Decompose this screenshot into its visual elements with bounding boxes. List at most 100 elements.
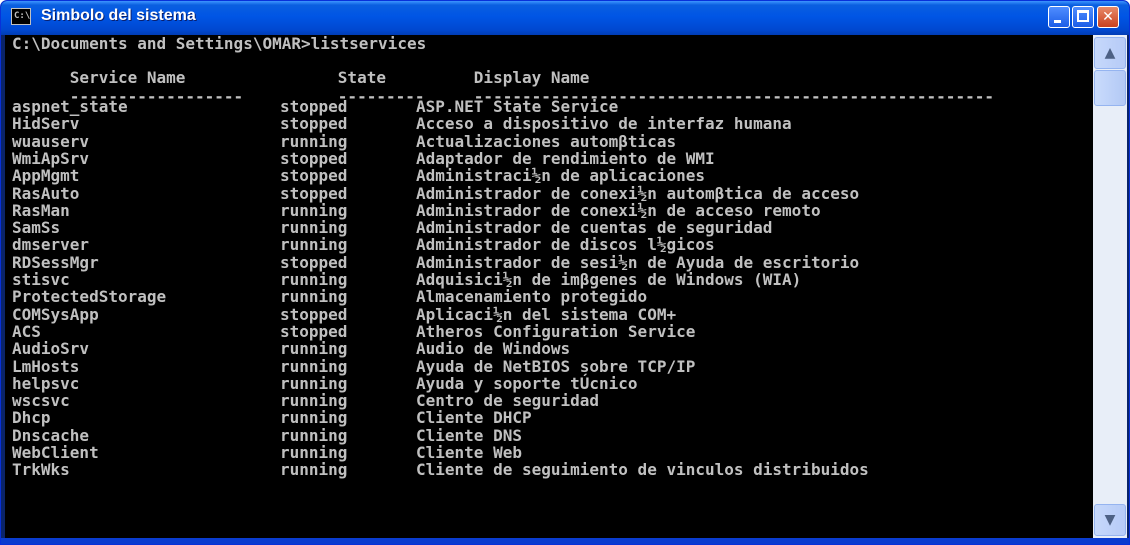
service-display-name: Acceso a dispositivo de interfaz humana: [416, 114, 792, 134]
service-display-name: Adquisici½n de imβgenes de Windows (WIA): [416, 270, 802, 289]
arrow-down-icon: ▼: [1104, 512, 1116, 528]
service-state: stopped: [280, 148, 348, 168]
service-display-name: Cliente Web: [416, 443, 522, 462]
service-row: WebClient running Cliente Web: [12, 444, 522, 461]
service-display-name: Administrador de conexi½n de acceso remo…: [416, 200, 821, 220]
scroll-thumb[interactable]: [1094, 70, 1126, 106]
service-row: RasAuto stopped Administrador de conexi½n …: [12, 185, 859, 202]
service-row: ACS stopped Atheros Configuration Service: [12, 323, 695, 340]
service-display-name: Cliente DHCP: [416, 408, 532, 428]
service-name: dmserver: [12, 235, 90, 255]
service-row: RasMan running Administrador de conexi½n d…: [12, 202, 821, 219]
minimize-icon: [1054, 20, 1061, 23]
maximize-button[interactable]: [1072, 6, 1094, 28]
separator-row: ------------------ --------- -------------…: [12, 71, 994, 105]
service-row: RDSessMgr stopped Administrador de sesi½n …: [12, 254, 859, 271]
service-row: aspnet_state stopped ASP.NET State Service: [12, 98, 618, 115]
service-display-name: Aplicaci½n del sistema COM+: [416, 304, 677, 324]
service-row: AppMgmt stopped Administraci½n de aplicaci…: [12, 167, 705, 184]
service-display-name: Administraci½n de aplicaciones: [416, 166, 705, 186]
service-display-name: Actualizaciones automβticas: [416, 131, 677, 151]
service-state: stopped: [280, 166, 348, 186]
service-name: AppMgmt: [12, 166, 80, 186]
service-row: helpsvc running Ayuda y soporte tÚcnico: [12, 375, 638, 392]
service-name: LmHosts: [12, 356, 80, 376]
maximize-icon: [1077, 10, 1089, 22]
service-display-name: Almacenamiento protegido: [416, 287, 648, 307]
prompt-line: C:\Documents and Settings\OMAR>listservi…: [12, 35, 427, 53]
service-state: running: [280, 218, 348, 238]
service-row: HidServ stopped Acceso a dispositivo de in…: [12, 115, 792, 132]
service-display-name: Ayuda de NetBIOS sobre TCP/IP: [416, 356, 696, 376]
title-bar[interactable]: C:\ Simbolo del sistema ✕: [1, 1, 1129, 35]
service-name: Dnscache: [12, 425, 90, 445]
service-row: wscsvc running Centro de seguridad: [12, 392, 599, 409]
service-state: running: [280, 270, 348, 289]
service-state: stopped: [280, 183, 348, 203]
service-name: HidServ: [12, 114, 80, 134]
service-name: stisvc: [12, 270, 70, 289]
service-display-name: Centro de seguridad: [416, 391, 600, 411]
service-row: WmiApSrv stopped Adaptador de rendimiento …: [12, 150, 715, 167]
service-name: helpsvc: [12, 373, 80, 393]
service-display-name: Atheros Configuration Service: [416, 321, 696, 341]
service-display-name: Administrador de conexi½n automβtica de …: [416, 183, 860, 203]
arrow-up-icon: ▲: [1104, 45, 1116, 61]
service-display-name: Administrador de sesi½n de Ayuda de escr…: [416, 252, 860, 272]
service-state: running: [280, 425, 348, 445]
service-row: dmserver running Administrador de discos l…: [12, 236, 715, 253]
service-name: RasMan: [12, 200, 70, 220]
vertical-scrollbar[interactable]: ▲ ▼: [1093, 35, 1127, 538]
service-row: LmHosts running Ayuda de NetBIOS sobre TCP…: [12, 358, 695, 375]
service-display-name: Cliente de seguimiento de vinculos distr…: [416, 460, 869, 480]
service-row: AudioSrv running Audio de Windows: [12, 340, 570, 357]
service-name: COMSysApp: [12, 304, 99, 324]
close-icon: ✕: [1102, 9, 1114, 25]
window-bottom-border: [1, 538, 1129, 544]
service-name: RasAuto: [12, 183, 80, 203]
service-name: ProtectedStorage: [12, 287, 167, 307]
service-name: ACS: [12, 321, 41, 341]
window-title: Simbolo del sistema: [41, 7, 196, 24]
service-state: stopped: [280, 114, 348, 134]
service-name: aspnet_state: [12, 97, 128, 116]
service-state: running: [280, 200, 348, 220]
service-display-name: ASP.NET State Service: [416, 97, 619, 116]
service-display-name: Cliente DNS: [416, 425, 522, 445]
service-state: stopped: [280, 304, 348, 324]
service-state: running: [280, 373, 348, 393]
service-name: wuauserv: [12, 131, 90, 151]
close-button[interactable]: ✕: [1097, 6, 1119, 28]
service-row: ProtectedStorage running Almacenamiento pr…: [12, 288, 647, 305]
service-row: stisvc running Adquisici½n de imβgenes de …: [12, 271, 801, 288]
scroll-up-button[interactable]: ▲: [1094, 37, 1126, 69]
service-state: running: [280, 339, 348, 359]
service-state: running: [280, 408, 348, 428]
service-name: WebClient: [12, 443, 99, 462]
service-display-name: Ayuda y soporte tÚcnico: [416, 373, 638, 393]
service-name: wscsvc: [12, 391, 70, 411]
service-name: Dhcp: [12, 408, 51, 428]
console-output[interactable]: C:\Documents and Settings\OMAR>listservi…: [5, 35, 1093, 538]
command-prompt-window: C:\ Simbolo del sistema ✕ C:\Documents a…: [0, 0, 1130, 545]
service-state: running: [280, 460, 348, 480]
service-name: AudioSrv: [12, 339, 90, 359]
service-row: TrkWks running Cliente de seguimiento de v…: [12, 461, 869, 478]
service-state: stopped: [280, 97, 348, 116]
service-display-name: Administrador de discos l½gicos: [416, 235, 715, 255]
service-state: running: [280, 131, 348, 151]
service-row: Dhcp running Cliente DHCP: [12, 409, 532, 426]
header-row: Service Name State Display Name: [12, 52, 590, 86]
service-state: running: [280, 391, 348, 411]
scroll-down-button[interactable]: ▼: [1094, 504, 1126, 536]
service-row: Dnscache running Cliente DNS: [12, 427, 522, 444]
service-name: TrkWks: [12, 460, 70, 480]
service-display-name: Audio de Windows: [416, 339, 571, 359]
service-state: running: [280, 235, 348, 255]
service-state: stopped: [280, 252, 348, 272]
minimize-button[interactable]: [1048, 6, 1070, 28]
service-name: SamSs: [12, 218, 61, 238]
console-icon[interactable]: C:\: [11, 8, 31, 25]
service-name: WmiApSrv: [12, 148, 90, 168]
service-display-name: Administrador de cuentas de seguridad: [416, 218, 773, 238]
